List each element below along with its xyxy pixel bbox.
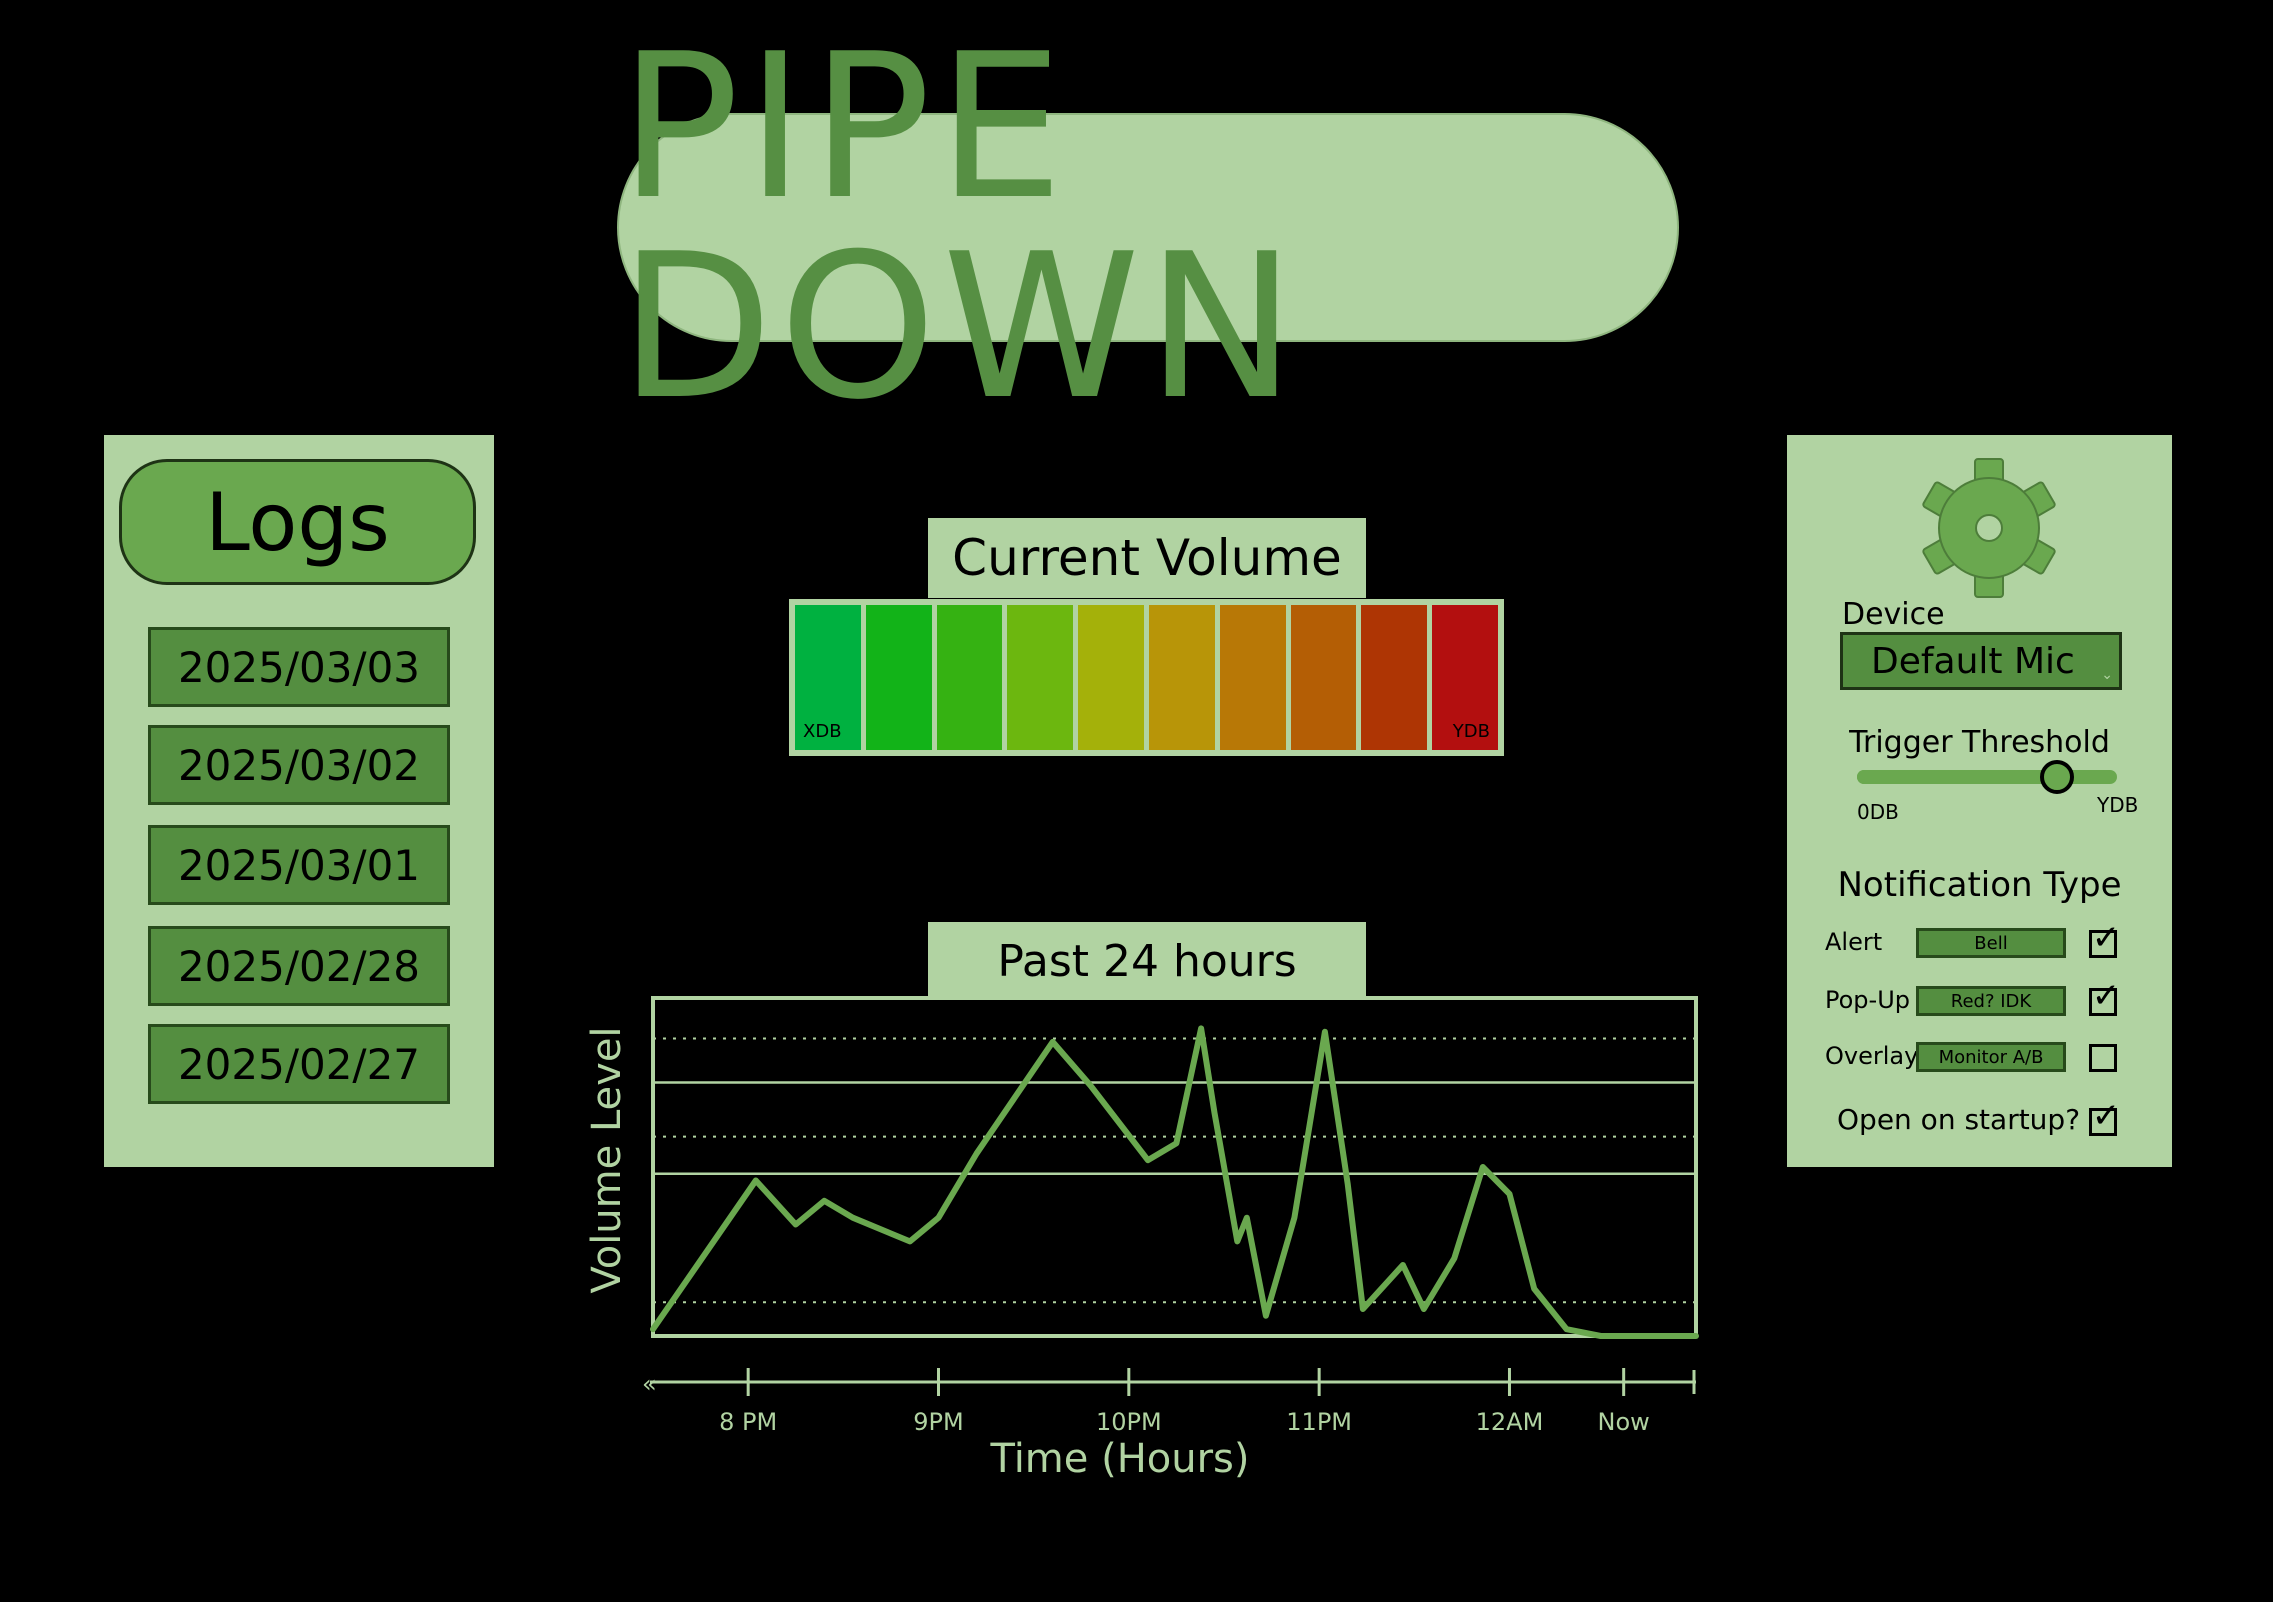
threshold-slider-handle[interactable] [2040, 760, 2075, 794]
x-tick-label: 8 PM [719, 1408, 777, 1436]
x-ticks: 8 PM 9PM 10PM 11PM 12AM Now [719, 1368, 1696, 1436]
overlay-label: Overlay [1825, 1042, 1919, 1070]
log-entry[interactable]: 2025/03/03 [148, 627, 450, 707]
checkmark-icon: ✓ [2091, 976, 2121, 1016]
threshold-min-label: 0DB [1857, 800, 1899, 824]
meter-segment [1290, 605, 1357, 750]
threshold-slider-track[interactable] [1857, 770, 2117, 784]
current-volume-header: Current Volume [928, 518, 1366, 598]
overlay-monitor-select[interactable]: Monitor A/B [1916, 1042, 2066, 1072]
app-title-banner: PIPE DOWN [617, 27, 1679, 427]
checkmark-icon: ✓ [2091, 918, 2121, 958]
alert-label: Alert [1825, 928, 1883, 956]
log-entry-date: 2025/02/28 [177, 941, 421, 991]
meter-segment [1219, 605, 1286, 750]
x-tick-label: 11PM [1286, 1408, 1352, 1436]
logs-panel: Logs 2025/03/03 2025/03/02 2025/03/01 20… [104, 435, 494, 1167]
alert-sound-select[interactable]: Bell [1916, 928, 2066, 958]
log-entry-date: 2025/03/01 [177, 840, 421, 890]
chart-title: Past 24 hours [997, 935, 1297, 987]
meter-segment: XDB [795, 605, 861, 750]
threshold-label: Trigger Threshold [1849, 725, 2110, 760]
meter-segment [1007, 605, 1074, 750]
y-axis-label: Volume Level [584, 1026, 630, 1293]
meter-min-label: XDB [803, 721, 842, 742]
scroll-back-icon[interactable]: « [642, 1370, 657, 1398]
notification-type-title: Notification Type [1837, 865, 2122, 905]
volume-meter: XDB YDB [789, 599, 1504, 756]
chart-grid [653, 1037, 1696, 1304]
meter-segment [936, 605, 1003, 750]
meter-segment [1361, 605, 1428, 750]
log-entry-date: 2025/02/27 [177, 1039, 421, 1089]
x-tick-label: 12AM [1476, 1408, 1544, 1436]
app-title: PIPE DOWN [619, 10, 1302, 444]
chevron-down-icon: ⌄ [2101, 667, 2113, 683]
settings-panel: Device Default Mic ⌄ Trigger Threshold 0… [1787, 435, 2172, 1167]
popup-checkbox[interactable]: ✓ [2089, 979, 2120, 1016]
threshold-slider-fill [1857, 770, 2058, 784]
log-entry-date: 2025/03/03 [177, 642, 421, 692]
meter-segment: YDB [1432, 605, 1498, 750]
meter-max-label: YDB [1452, 721, 1490, 742]
plot-frame [651, 996, 1698, 1338]
x-axis-label: Time (Hours) [989, 1436, 1249, 1482]
x-tick-label: Now [1598, 1408, 1650, 1436]
x-tick-label: 10PM [1096, 1408, 1162, 1436]
log-entry[interactable]: 2025/02/27 [148, 1024, 450, 1104]
meter-segment [1148, 605, 1215, 750]
alert-sound-value: Bell [1974, 932, 2008, 954]
chart-header: Past 24 hours [928, 922, 1366, 1000]
alert-checkbox[interactable]: ✓ [2089, 921, 2120, 958]
startup-checkbox[interactable]: ✓ [2089, 1099, 2120, 1136]
log-entry[interactable]: 2025/02/28 [148, 926, 450, 1006]
threshold-max-label: YDB [2097, 793, 2139, 817]
popup-style-value: Red? IDK [1950, 990, 2032, 1012]
log-entry[interactable]: 2025/03/01 [148, 825, 450, 905]
popup-style-select[interactable]: Red? IDK [1916, 986, 2066, 1016]
device-select-value: Default Mic [1871, 640, 2075, 682]
logs-title: Logs [205, 475, 390, 569]
overlay-checkbox[interactable] [2089, 1044, 2117, 1072]
device-label: Device [1842, 597, 1945, 632]
x-tick-label: 9PM [913, 1408, 963, 1436]
log-entry[interactable]: 2025/03/02 [148, 725, 450, 805]
meter-segment [865, 605, 932, 750]
log-entry-date: 2025/03/02 [177, 740, 421, 790]
gear-icon[interactable] [1914, 453, 2064, 603]
device-select[interactable]: Default Mic ⌄ [1840, 632, 2122, 690]
logs-header: Logs [119, 459, 476, 585]
popup-label: Pop-Up [1825, 986, 1910, 1014]
overlay-monitor-value: Monitor A/B [1938, 1046, 2044, 1068]
startup-label: Open on startup? [1837, 1103, 2081, 1136]
checkmark-icon: ✓ [2091, 1096, 2121, 1136]
current-volume-title: Current Volume [952, 529, 1342, 587]
meter-segment [1078, 605, 1144, 750]
volume-history-chart: « 8 PM 9PM 10PM 11PM 12AM Now Time (Hours) Vo… [584, 996, 1699, 1482]
series-line [650, 1025, 1699, 1339]
